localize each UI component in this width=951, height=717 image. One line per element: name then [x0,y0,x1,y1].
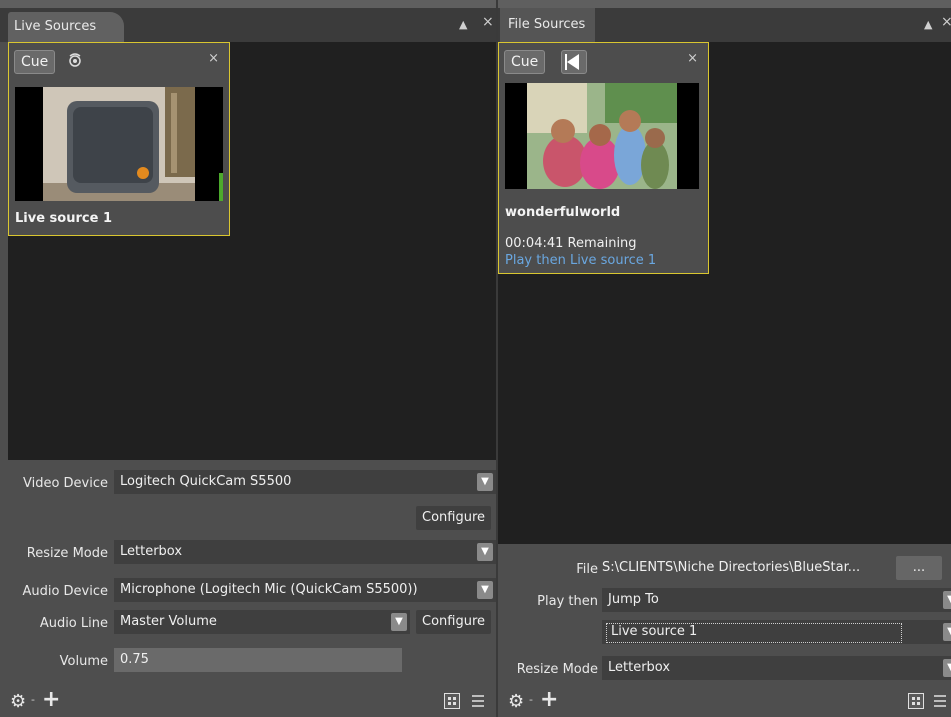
file-panel-toolbar: ⚙ - + [498,685,951,717]
file-sources-panel: File Sources ▲ × Cue × wonderfulworld 00… [498,0,951,717]
tab-live-sources[interactable]: Live Sources [8,12,125,42]
chevron-down-icon[interactable]: ▼ [477,543,493,561]
close-icon[interactable]: × [482,14,494,30]
audio-line-dropdown[interactable]: Master Volume ▼ [114,610,410,634]
pin-icon[interactable]: ▲ [459,18,467,31]
chevron-down-icon[interactable]: ▼ [943,659,951,677]
play-then-target-value: Live source 1 [606,623,902,643]
card-title: wonderfulworld [505,205,621,220]
resize-mode-label: Resize Mode [26,546,108,561]
list-view-icon[interactable] [472,693,484,709]
file-tabstrip: File Sources ▲ × [498,0,951,42]
card-header: Cue × [9,43,229,79]
chevron-down-icon[interactable]: - [31,693,35,706]
close-icon[interactable]: × [941,14,951,30]
pin-icon[interactable]: ▲ [924,18,932,31]
video-device-value: Logitech QuickCam S5500 [120,474,292,489]
preview-icon[interactable] [67,52,83,68]
tab-file-sources[interactable]: File Sources [500,8,596,42]
play-then-value: Jump To [608,592,659,607]
play-then-target-dropdown[interactable]: Live source 1 ▼ [602,620,951,644]
remaining-time: 00:04:41 Remaining [505,236,637,251]
grid-view-icon[interactable] [908,693,924,709]
chevron-down-icon[interactable]: ▼ [477,473,493,491]
live-sources-panel: Live Sources ▲ × Cue × Live source 1 Vid… [0,0,496,717]
cue-button[interactable]: Cue [504,50,546,74]
audio-device-value: Microphone (Logitech Mic (QuickCam S5500… [120,582,418,597]
file-source-card[interactable]: Cue × wonderfulworld 00:04:41 Remaining … [498,42,709,274]
chevron-down-icon[interactable]: ▼ [943,591,951,609]
live-preview-thumbnail [15,87,223,201]
live-panel-toolbar: ⚙ - + [0,685,496,717]
audio-line-value: Master Volume [120,614,217,629]
live-tabstrip: Live Sources ▲ × [0,0,496,42]
chevron-down-icon[interactable]: ▼ [391,613,407,631]
play-then-label[interactable]: Play then [518,594,598,609]
card-title: Live source 1 [15,211,112,226]
audio-line-label: Audio Line [39,616,108,631]
list-view-icon[interactable] [934,693,946,709]
chevron-down-icon[interactable]: ▼ [943,623,951,641]
resize-mode-dropdown[interactable]: Letterbox ▼ [114,540,496,564]
video-device-dropdown[interactable]: Logitech QuickCam S5500 ▼ [114,470,496,494]
grid-view-icon[interactable] [444,693,460,709]
video-device-label: Video Device [22,476,108,491]
resize-mode-value: Letterbox [120,544,183,559]
chevron-down-icon[interactable]: - [529,693,533,706]
play-then-link[interactable]: Play then Live source 1 [505,253,656,268]
volume-slider[interactable]: 0.75 [114,648,402,672]
gear-icon[interactable]: ⚙ [508,691,524,712]
chevron-down-icon[interactable]: ▼ [477,581,493,599]
volume-value: 0.75 [120,652,149,667]
audio-device-dropdown[interactable]: Microphone (Logitech Mic (QuickCam S5500… [114,578,496,602]
file-path-value: S:\CLIENTS\Niche Directories\BlueStar... [602,560,861,575]
configure-audio-button[interactable]: Configure [416,610,492,634]
resize-mode-label: Resize Mode [516,662,598,677]
resize-mode-value: Letterbox [608,660,671,675]
volume-label: Volume [59,654,108,669]
gear-icon[interactable]: ⚙ [10,691,26,712]
file-sources-stage: Cue × wonderfulworld 00:04:41 Remaining … [498,42,951,544]
file-path-field[interactable]: S:\CLIENTS\Niche Directories\BlueStar... [602,556,892,580]
play-then-dropdown[interactable]: Jump To ▼ [602,588,951,612]
close-icon[interactable]: × [208,51,219,66]
resize-mode-dropdown[interactable]: Letterbox ▼ [602,656,951,680]
file-preview-thumbnail [505,83,699,189]
configure-video-button[interactable]: Configure [416,506,492,530]
plus-icon[interactable]: + [42,687,60,712]
file-source-properties: File S:\CLIENTS\Niche Directories\BlueSt… [498,544,951,685]
card-header: Cue × [499,43,708,79]
file-label: File [576,562,598,577]
live-sources-stage: Cue × Live source 1 [8,42,496,460]
live-source-properties: Video Device Logitech QuickCam S5500 ▼ C… [0,460,496,685]
plus-icon[interactable]: + [540,687,558,712]
browse-button[interactable]: ... [896,556,942,580]
skip-back-icon[interactable] [561,50,587,74]
cue-button[interactable]: Cue [14,50,56,74]
live-source-card[interactable]: Cue × Live source 1 [8,42,230,236]
audio-device-label: Audio Device [22,584,108,599]
close-icon[interactable]: × [687,51,698,66]
